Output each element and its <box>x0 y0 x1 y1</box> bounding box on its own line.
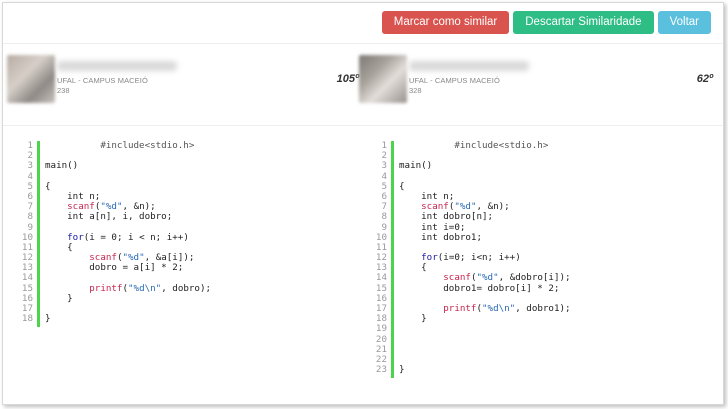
line-number: 18 <box>21 313 33 325</box>
code-line: ​ <box>45 304 355 314</box>
gutter-accent-bar <box>391 141 394 378</box>
source-code-right: #include<stdio.h>​main()​{ int n; scanf(… <box>399 140 709 376</box>
similarity-comparison-window: Marcar como similar Descartar Similarida… <box>2 2 724 405</box>
student-rank: 105º <box>336 73 359 85</box>
code-line: #include<stdio.h> <box>399 140 549 151</box>
avatar <box>359 55 407 103</box>
source-code-left: #include<stdio.h>​main()​{ int n; scanf(… <box>45 140 355 325</box>
code-line: ​ <box>399 324 709 334</box>
code-line: #include<stdio.h> <box>45 140 195 151</box>
mark-similar-button[interactable]: Marcar como similar <box>381 11 510 34</box>
line-number-gutter: 1 2 3 4 5 6 7 8 9 10 11 12 13 14 15 16 17 18 <box>11 140 33 325</box>
student-card-right: UFAL - CAMPUS MACEIÓ 328 62º <box>359 55 713 105</box>
student-id: 328 <box>409 86 422 95</box>
code-line: printf("%d\n", dobro); <box>89 282 212 294</box>
code-line: int dobro[n]; <box>399 211 494 223</box>
action-toolbar: Marcar como similar Descartar Similarida… <box>381 11 711 34</box>
top-divider <box>3 43 723 44</box>
code-line: ​ <box>399 151 709 161</box>
code-line: int a[n], i, dobro; <box>45 211 173 223</box>
code-line: } <box>45 292 73 304</box>
code-line: } <box>45 313 51 325</box>
code-line: } <box>399 313 427 325</box>
code-line: int dobro1; <box>399 231 482 243</box>
code-line: ​ <box>399 335 709 345</box>
code-line: dobro = a[i] * 2; <box>45 262 184 274</box>
code-line: printf("%d\n", dobro1); <box>443 303 571 314</box>
line-number: 8 <box>27 211 33 223</box>
line-number: 8 <box>381 211 387 223</box>
back-button[interactable]: Voltar <box>657 11 711 34</box>
code-line: ​ <box>399 355 709 365</box>
student-name-redacted <box>409 61 529 71</box>
code-line: main() <box>399 160 433 172</box>
line-number-gutter: 1 2 3 4 5 6 7 8 9 10 11 12 13 14 15 16 17 18 19 20 21 22 23 <box>365 140 387 376</box>
code-line: ​ <box>399 345 709 355</box>
avatar <box>7 55 55 103</box>
code-line: ​ <box>399 172 709 182</box>
code-line: ​ <box>45 172 355 182</box>
line-number: 23 <box>375 364 387 376</box>
student-campus: UFAL - CAMPUS MACEIÓ <box>57 76 148 85</box>
code-line: for(i=0; i<n; i++) <box>421 252 521 264</box>
gutter-accent-bar <box>37 141 40 327</box>
discard-similarity-button[interactable]: Descartar Similaridade <box>513 11 654 34</box>
section-divider <box>3 125 723 126</box>
code-line: dobro1= dobro[i] * 2; <box>399 282 560 294</box>
code-line: for(i = 0; i < n; i++) <box>67 231 189 243</box>
code-line: main() <box>45 160 79 172</box>
student-card-left: UFAL - CAMPUS MACEIÓ 238 105º <box>7 55 359 105</box>
code-line: ​ <box>45 151 355 161</box>
student-campus: UFAL - CAMPUS MACEIÓ <box>409 76 500 85</box>
code-line: } <box>399 364 405 376</box>
student-rank: 62º <box>696 73 713 85</box>
student-id: 238 <box>57 86 70 95</box>
student-name-redacted <box>57 61 177 71</box>
